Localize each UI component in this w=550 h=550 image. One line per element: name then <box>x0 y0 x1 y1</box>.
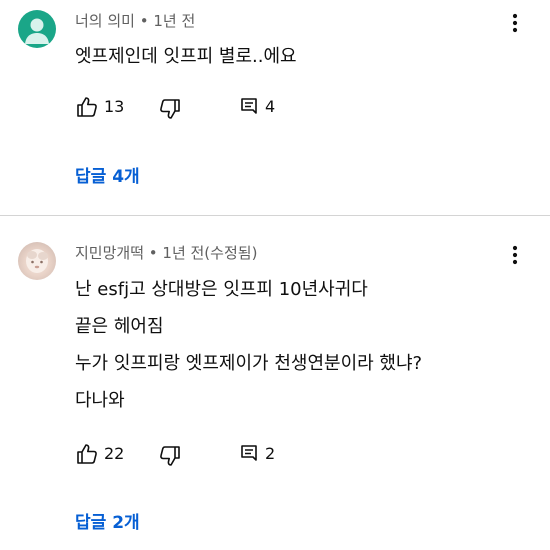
thumbs-up-icon <box>77 97 97 117</box>
timestamp: • 1년 전 <box>134 12 196 30</box>
view-replies-link[interactable]: 답글 4개 <box>75 162 140 187</box>
thumbs-down-icon <box>160 99 180 119</box>
dislike-button[interactable] <box>158 444 182 468</box>
comment-meta: 너의 의미 • 1년 전 <box>75 10 195 31</box>
comment-meta: 지민망개떡 • 1년 전(수정됨) <box>75 242 257 263</box>
more-options-button[interactable] <box>505 242 525 268</box>
comment-line: 난 esfj고 상대방은 잇프피 10년사귀다 <box>75 279 368 300</box>
dislike-button[interactable] <box>158 97 182 121</box>
comment-text: 엣프제인데 잇프피 별로..에요 <box>75 38 297 75</box>
comment-1: 너의 의미 • 1년 전 엣프제인데 잇프피 별로..에요 13 4 답글 4개 <box>0 0 550 215</box>
timestamp: • 1년 전(수정됨) <box>144 244 258 262</box>
comment-line: 엣프제인데 잇프피 별로..에요 <box>75 46 297 67</box>
comment-line: 끝은 헤어짐 <box>75 316 164 337</box>
thumbs-down-icon <box>160 446 180 466</box>
like-count: 13 <box>104 97 125 116</box>
like-button[interactable] <box>75 95 99 119</box>
reply-button[interactable] <box>239 443 261 465</box>
reply-count: 2 <box>265 444 276 463</box>
avatar[interactable] <box>18 10 56 48</box>
thumbs-up-icon <box>77 444 97 464</box>
comment-icon <box>241 98 257 114</box>
comment-line: 누가 잇프피랑 엣프제이가 천생연분이라 했냐? <box>75 353 423 374</box>
comment-icon <box>241 445 257 461</box>
user-silhouette-icon <box>25 18 49 44</box>
author-name[interactable]: 너의 의미 <box>75 12 135 30</box>
more-vertical-icon <box>512 245 518 265</box>
profile-photo-icon <box>26 249 48 273</box>
like-button[interactable] <box>75 442 99 466</box>
like-count: 22 <box>104 444 125 463</box>
comment-line: 다나와 <box>75 390 125 411</box>
author-name[interactable]: 지민망개떡 <box>75 244 144 262</box>
comment-text: 난 esfj고 상대방은 잇프피 10년사귀다 끝은 헤어짐 누가 잇프피랑 엣… <box>75 271 422 419</box>
more-options-button[interactable] <box>505 10 525 36</box>
view-replies-link[interactable]: 답글 2개 <box>75 508 140 533</box>
comment-2: 지민망개떡 • 1년 전(수정됨) 난 esfj고 상대방은 잇프피 10년사귀… <box>0 216 550 550</box>
reply-button[interactable] <box>239 96 261 118</box>
avatar[interactable] <box>18 242 56 280</box>
more-vertical-icon <box>512 13 518 33</box>
reply-count: 4 <box>265 97 276 116</box>
